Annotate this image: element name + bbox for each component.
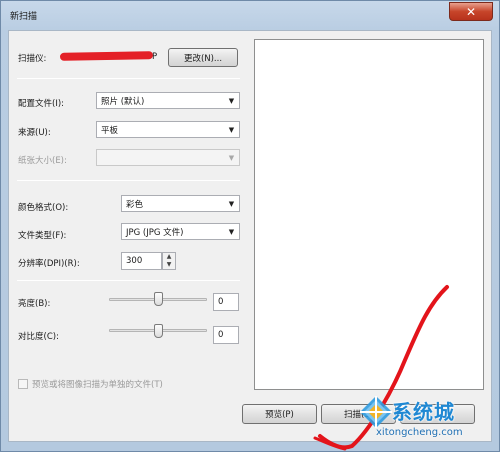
profile-dropdown[interactable]: 照片 (默认) ▼ <box>96 92 240 109</box>
resolution-input[interactable]: 300 <box>121 252 162 270</box>
contrast-slider-thumb[interactable] <box>154 324 163 338</box>
spin-up-icon[interactable]: ▲ <box>163 253 175 261</box>
chevron-down-icon: ▼ <box>228 227 235 236</box>
chevron-down-icon: ▼ <box>228 199 235 208</box>
brightness-label: 亮度(B): <box>18 299 51 309</box>
source-label: 来源(U): <box>18 128 51 138</box>
file-type-label: 文件类型(F): <box>18 231 67 241</box>
change-scanner-button[interactable]: 更改(N)... <box>168 48 238 67</box>
resolution-stepper[interactable]: ▲ ▼ <box>162 252 176 270</box>
preview-button[interactable]: 预览(P) <box>242 404 317 424</box>
dialog-body: 扫描仪: P 更改(N)... 配置文件(I): 照片 (默认) ▼ 来源(U)… <box>8 30 492 442</box>
close-icon: ✕ <box>465 4 477 19</box>
watermark-text: 系统城 <box>392 400 455 424</box>
file-type-dropdown[interactable]: JPG (JPG 文件) ▼ <box>121 223 240 240</box>
color-format-dropdown[interactable]: 彩色 ▼ <box>121 195 240 212</box>
separator <box>17 280 240 281</box>
source-dropdown[interactable]: 平板 ▼ <box>96 121 240 138</box>
watermark-logo-icon <box>360 396 392 428</box>
brightness-slider-thumb[interactable] <box>154 292 163 306</box>
profile-value: 照片 (默认) <box>101 96 145 107</box>
watermark: 系统城 xitongcheng.com <box>358 394 498 450</box>
chevron-down-icon: ▼ <box>228 153 235 162</box>
separator <box>17 180 240 181</box>
profile-label: 配置文件(I): <box>18 99 65 109</box>
scanner-name-suffix: P <box>152 52 158 62</box>
watermark-url: xitongcheng.com <box>376 427 463 438</box>
color-format-label: 颜色格式(O): <box>18 203 69 213</box>
separate-files-label: 预览或将图像扫描为单独的文件(T) <box>32 380 163 390</box>
separator <box>17 78 240 79</box>
paper-size-label: 纸张大小(E): <box>18 156 67 166</box>
scan-preview-area <box>254 39 484 390</box>
contrast-input[interactable]: 0 <box>213 326 239 344</box>
new-scan-dialog: 新扫描 ✕ 扫描仪: P 更改(N)... 配置文件(I): 照片 (默认) ▼… <box>0 0 500 452</box>
paper-size-dropdown: ▼ <box>96 149 240 166</box>
source-value: 平板 <box>101 125 119 136</box>
resolution-label: 分辨率(DPI)(R): <box>18 259 80 269</box>
chevron-down-icon: ▼ <box>228 96 235 105</box>
scanner-label: 扫描仪: <box>18 54 47 64</box>
spin-down-icon[interactable]: ▼ <box>163 261 175 269</box>
window-title: 新扫描 <box>10 12 38 22</box>
close-button[interactable]: ✕ <box>449 2 493 21</box>
brightness-input[interactable]: 0 <box>213 293 239 311</box>
separate-files-checkbox <box>18 379 28 389</box>
redaction-mark <box>59 51 154 61</box>
title-bar: 新扫描 ✕ <box>1 1 499 29</box>
file-type-value: JPG (JPG 文件) <box>126 227 184 238</box>
chevron-down-icon: ▼ <box>228 125 235 134</box>
color-format-value: 彩色 <box>126 199 144 210</box>
contrast-label: 对比度(C): <box>18 332 59 342</box>
